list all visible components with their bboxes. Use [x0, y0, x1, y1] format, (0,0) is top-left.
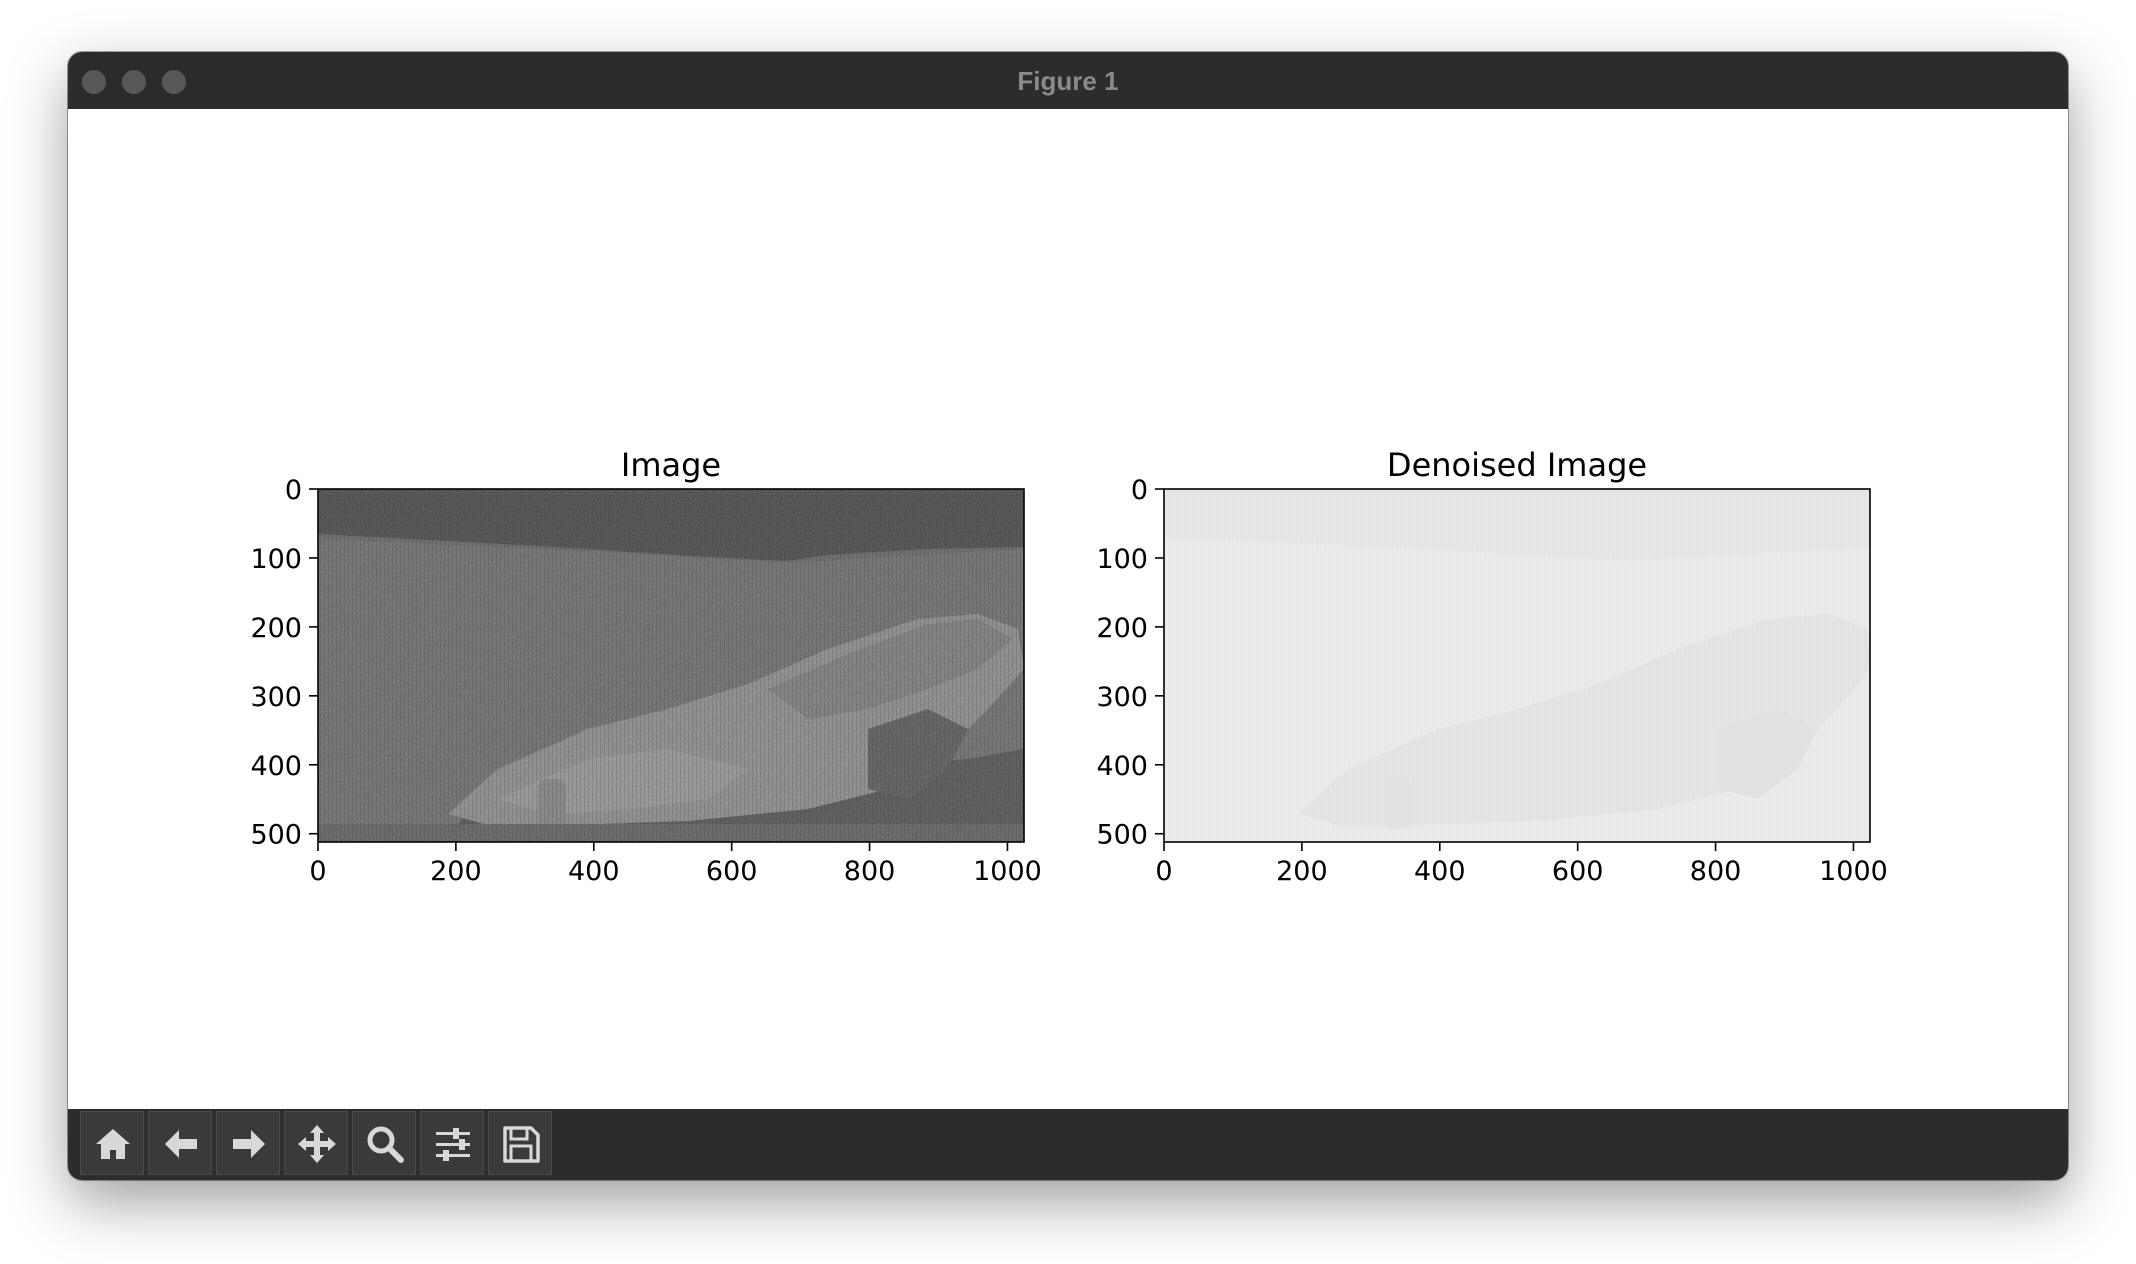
image-x-tick-label: 1000 [973, 856, 1042, 887]
image-y-tick-label: 500 [250, 820, 302, 851]
figure-window: Figure 1 0 200 400 600 800 1000 0 100 20… [68, 52, 2068, 1180]
pan-move-icon [298, 1125, 336, 1163]
forward-arrow-icon [233, 1130, 265, 1158]
image-x-tick-label: 400 [568, 856, 620, 887]
home-icon [96, 1129, 130, 1159]
denoised-x-tick-label: 800 [1690, 856, 1742, 887]
configure-subplots-icon [436, 1128, 470, 1161]
figure-plot-area: 0 200 400 600 800 10000100200300400500 Image … [250, 446, 1887, 887]
image-y-tick-label: 400 [250, 751, 302, 782]
back-button[interactable] [148, 1111, 212, 1175]
denoised-y-tick-label: 500 [1096, 820, 1148, 851]
denoised-x-tick-label: 1000 [1819, 856, 1888, 887]
figure-canvas[interactable]: 0 200 400 600 800 1000 0 100 200 300 400 500 Image … [68, 109, 2068, 1109]
save-button[interactable] [488, 1111, 552, 1175]
denoised-x-tick-label: 200 [1276, 856, 1328, 887]
image-y-tick-label: 100 [250, 544, 302, 575]
subplot-denoised-image: 0 200 400 600 800 1000 0 100 200 300 400 500 Denois… [1096, 446, 1887, 887]
image-title: Image [621, 446, 721, 484]
configure-subplots-button[interactable] [420, 1111, 484, 1175]
denoised-y-tick-label: 300 [1096, 682, 1148, 713]
denoised-y-tick-label: 400 [1096, 751, 1148, 782]
image-x-tick-label: 0 [309, 856, 326, 887]
zoom-magnifier-icon [367, 1126, 404, 1163]
forward-button[interactable] [216, 1111, 280, 1175]
denoised-x-tick-label: 400 [1414, 856, 1466, 887]
denoised-x-tick-label: 600 [1552, 856, 1604, 887]
back-arrow-icon [165, 1130, 197, 1158]
image-y-tick-label: 300 [250, 682, 302, 713]
denoised-image-raster [1164, 489, 1870, 842]
denoised-y-tick-label: 100 [1096, 544, 1148, 575]
home-button[interactable] [80, 1111, 144, 1175]
subplot-image: 0 200 400 600 800 1000 0 100 200 300 400 500 Image [250, 446, 1041, 887]
denoised-y-tick-label: 0 [1131, 475, 1148, 506]
denoised-x-tick-label: 0 [1155, 856, 1172, 887]
zoom-button[interactable] [352, 1111, 416, 1175]
window-title: Figure 1 [1017, 66, 1119, 96]
denoised-y-tick-label: 200 [1096, 613, 1148, 644]
pan-button[interactable] [284, 1111, 348, 1175]
image-y-tick-label: 0 [285, 475, 302, 506]
save-floppy-icon [503, 1126, 540, 1163]
denoised-image-title: Denoised Image [1387, 446, 1647, 484]
image-x-tick-label: 800 [844, 856, 896, 887]
image-raster [318, 489, 1024, 842]
navigation-toolbar [68, 1109, 2068, 1180]
image-x-tick-label: 600 [706, 856, 758, 887]
image-x-tick-label: 200 [430, 856, 482, 887]
image-y-tick-label: 200 [250, 613, 302, 644]
title-bar[interactable]: Figure 1 [68, 52, 2068, 109]
